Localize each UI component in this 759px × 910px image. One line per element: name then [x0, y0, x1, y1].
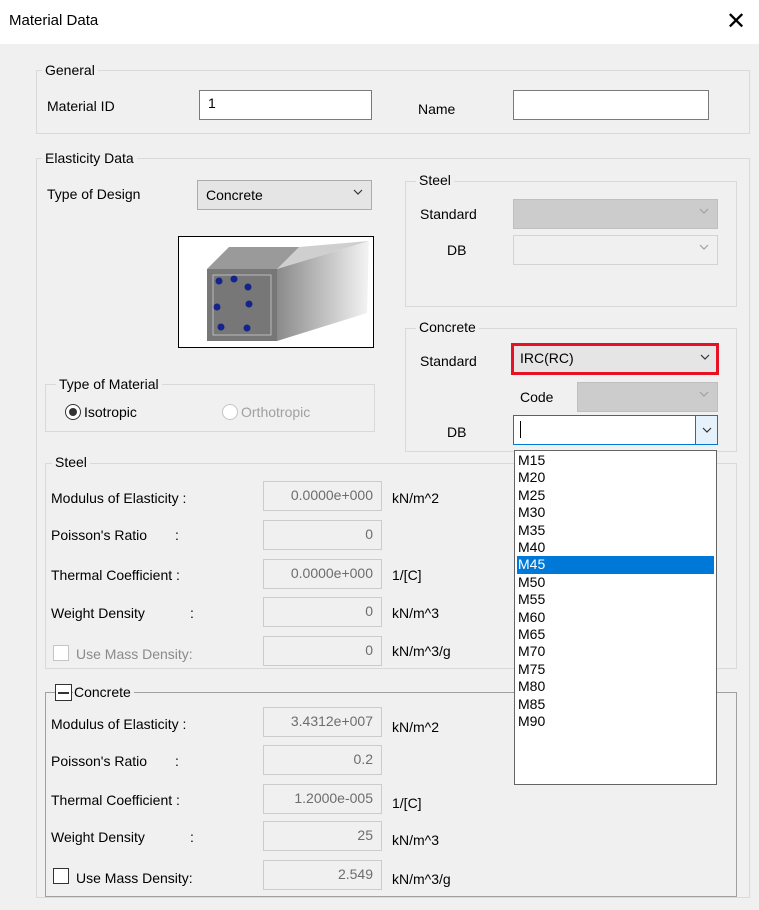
code-label: Code — [520, 389, 554, 405]
chevron-down-icon — [700, 354, 710, 360]
concrete-db-combobox[interactable] — [513, 415, 718, 445]
steel-db-label: DB — [447, 242, 467, 258]
concrete-thermal-label: Thermal Coefficient : — [51, 792, 180, 808]
db-option-m75[interactable]: M75 — [517, 661, 714, 678]
concrete-section-image — [178, 236, 374, 348]
concrete-standard-label: Standard — [420, 353, 477, 369]
steel-modulus-label: Modulus of Elasticity : — [51, 490, 187, 506]
db-option-m15[interactable]: M15 — [517, 452, 714, 469]
orthotropic-label: Orthotropic — [241, 404, 311, 420]
concrete-db-label: DB — [447, 424, 467, 440]
window-title: Material Data — [9, 12, 99, 29]
steel-modulus-value: 0.0000e+000 — [263, 481, 382, 511]
db-option-m30[interactable]: M30 — [517, 504, 714, 521]
concrete-db-dropdown-list: M15 M20 M25 M30 M35 M40 M45 M50 M55 M60 M65 M70 M75 M… — [514, 450, 717, 785]
db-option-m35[interactable]: M35 — [517, 522, 714, 539]
db-option-m25[interactable]: M25 — [517, 487, 714, 504]
concrete-db-dropdown-button[interactable] — [695, 416, 717, 444]
steel-use-mass-density-checkbox[interactable] — [53, 645, 69, 661]
title-bar: Material Data ✕ — [0, 0, 759, 44]
db-option-m60[interactable]: M60 — [517, 609, 714, 626]
steel-mass-unit: kN/m^3/g — [392, 643, 451, 659]
steel-modulus-unit: kN/m^2 — [392, 490, 440, 506]
steel-standard-label: Standard — [420, 206, 477, 222]
concrete-weight-label: Weight Density — [51, 829, 145, 845]
steel-properties-legend: Steel — [52, 454, 90, 470]
db-option-m90[interactable]: M90 — [517, 713, 714, 730]
chevron-down-icon — [353, 189, 363, 195]
concrete-poisson-label: Poisson's Ratio — [51, 753, 148, 769]
concrete-thermal-unit: 1/[C] — [392, 795, 422, 811]
steel-poisson-label: Poisson's Ratio — [51, 527, 148, 543]
code-select[interactable] — [577, 382, 718, 412]
steel-weight-value: 0 — [263, 597, 382, 627]
db-option-m40[interactable]: M40 — [517, 539, 714, 556]
steel-thermal-value: 0.0000e+000 — [263, 559, 382, 589]
steel-poisson-value: 0 — [263, 520, 382, 550]
concrete-standard-value: IRC(RC) — [520, 350, 574, 366]
db-option-m20[interactable]: M20 — [517, 469, 714, 486]
orthotropic-radio[interactable] — [222, 404, 238, 420]
concrete-db-input[interactable] — [520, 421, 540, 438]
concrete-weight-unit: kN/m^3 — [392, 832, 440, 848]
general-legend: General — [42, 62, 98, 78]
steel-mass-value: 0 — [263, 636, 382, 666]
db-option-m50[interactable]: M50 — [517, 574, 714, 591]
db-option-m85[interactable]: M85 — [517, 696, 714, 713]
steel-weight-colon: : — [190, 605, 194, 621]
db-option-m45[interactable]: M45 — [517, 556, 714, 574]
db-option-m55[interactable]: M55 — [517, 591, 714, 608]
steel-thermal-label: Thermal Coefficient : — [51, 567, 180, 583]
steel-poisson-colon: : — [175, 527, 179, 543]
steel-weight-label: Weight Density — [51, 605, 145, 621]
concrete-properties-legend: Concrete — [73, 684, 134, 700]
material-data-dialog: Material Data ✕ General Material ID 1 Na… — [0, 0, 759, 910]
collapse-icon[interactable] — [55, 684, 72, 701]
concrete-modulus-value: 3.4312e+007 — [263, 707, 382, 737]
isotropic-label: Isotropic — [84, 404, 137, 420]
concrete-modulus-unit: kN/m^2 — [392, 719, 440, 735]
type-of-material-legend: Type of Material — [56, 376, 162, 392]
concrete-mass-value: 2.549 — [263, 860, 382, 890]
concrete-modulus-label: Modulus of Elasticity : — [51, 716, 187, 732]
name-input[interactable] — [513, 90, 709, 120]
type-of-design-label: Type of Design — [47, 186, 141, 202]
chevron-down-icon — [702, 427, 712, 433]
chevron-down-icon — [699, 208, 709, 214]
name-label: Name — [418, 101, 456, 117]
concrete-use-mass-density-label: Use Mass Density: — [76, 870, 193, 886]
steel-standard-select[interactable] — [513, 199, 718, 229]
steel-db-select[interactable] — [513, 235, 718, 265]
concrete-weight-value: 25 — [263, 821, 382, 851]
concrete-standard-select[interactable]: IRC(RC) — [511, 343, 719, 375]
concrete-use-mass-density-checkbox[interactable] — [53, 868, 69, 884]
steel-thermal-unit: 1/[C] — [392, 567, 422, 583]
steel-use-mass-density-label: Use Mass Density: — [76, 646, 193, 662]
material-id-input[interactable]: 1 — [199, 90, 372, 120]
db-option-m70[interactable]: M70 — [517, 643, 714, 660]
isotropic-radio[interactable] — [65, 404, 81, 420]
concrete-standard-legend: Concrete — [416, 319, 479, 335]
material-id-label: Material ID — [47, 98, 115, 114]
elasticity-data-legend: Elasticity Data — [42, 150, 137, 166]
chevron-down-icon — [699, 244, 709, 250]
steel-weight-unit: kN/m^3 — [392, 605, 440, 621]
concrete-poisson-colon: : — [175, 753, 179, 769]
db-option-m80[interactable]: M80 — [517, 678, 714, 695]
concrete-mass-unit: kN/m^3/g — [392, 871, 451, 887]
db-option-m65[interactable]: M65 — [517, 626, 714, 643]
concrete-poisson-value: 0.2 — [263, 745, 382, 775]
beam-illustration — [207, 241, 369, 341]
chevron-down-icon — [699, 391, 709, 397]
type-of-design-select[interactable]: Concrete — [197, 180, 372, 210]
steel-standard-legend: Steel — [416, 172, 454, 188]
type-of-design-value: Concrete — [206, 187, 263, 203]
concrete-thermal-value: 1.2000e-005 — [263, 784, 382, 814]
concrete-weight-colon: : — [190, 829, 194, 845]
close-icon[interactable]: ✕ — [713, 0, 759, 44]
